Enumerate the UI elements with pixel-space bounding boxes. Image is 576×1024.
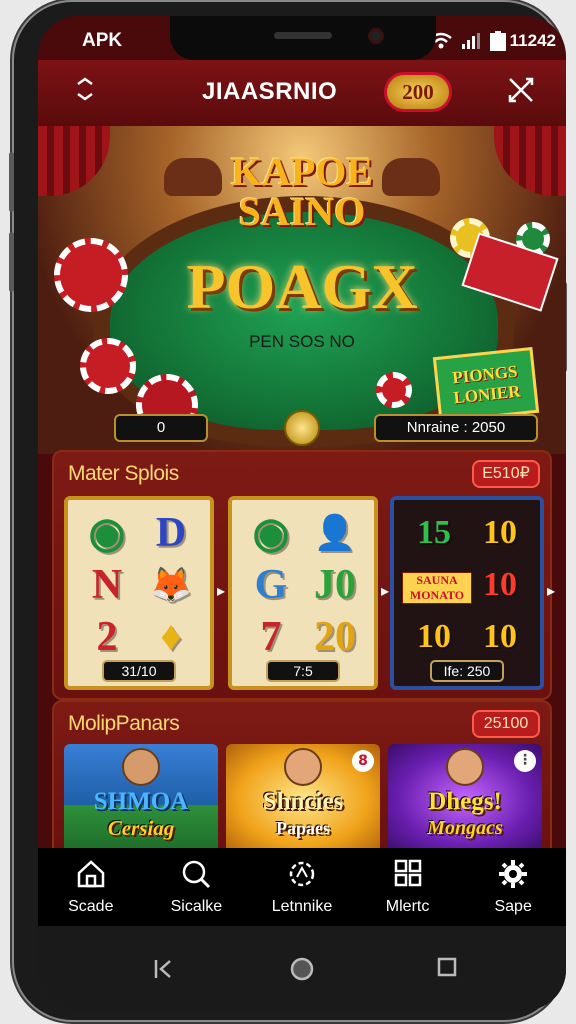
nav-label: Sape [494,898,532,915]
slot-symbol: 7 [260,614,282,660]
game-title-line1: Shncies [262,788,344,815]
nav-item-lottery[interactable]: Letnnike [249,848,355,926]
shuffle-icon[interactable] [504,76,538,110]
gear-sparkle-icon [249,858,355,894]
nav-label: Scade [68,898,114,915]
poker-chip-icon [80,338,136,394]
battery-icon [490,31,506,56]
slot-symbol: 10 [483,618,517,655]
system-nav-bar [38,926,566,1010]
chevron-right-icon[interactable]: ▸ [544,580,558,602]
hero-banner[interactable]: KAPOE SAINO POAGX PEN SOS NO PIONGS LONI… [38,126,566,454]
slot-symbol: ◉ [252,511,290,557]
app-screen: APK 11242 JIAASRNIO 200 KAPOE SAINO POAG… [38,16,566,1010]
game-title-line2: Cersiag [107,816,175,840]
game-card[interactable]: SHMOA Cersiag [64,744,218,854]
games-section-badge[interactable]: 25100 [472,710,540,738]
slot-symbol: 20 [314,614,356,660]
phone-frame: APK 11242 JIAASRNIO 200 KAPOE SAINO POAG… [9,2,567,1020]
poker-chip-icon [376,372,412,408]
center-chip-button[interactable] [284,410,320,446]
game-title-line2: Mongacs [427,817,503,839]
games-section-title: MolipPanars [68,712,180,735]
refresh-icon[interactable] [68,76,102,110]
slot-symbol: ◉ [88,511,126,557]
game-notification-badge: 8 [352,750,374,772]
status-icons [430,31,506,56]
slot-symbol: G [254,562,288,608]
reel-grid: ◉ 👤 G J0 7 20 [240,508,366,662]
nav-item-home[interactable]: Scade [38,848,144,926]
notch [170,16,436,60]
slot-footer: Ife: 250 [430,660,504,682]
nav-item-menu[interactable]: Mlertc [355,848,461,926]
slot-symbol: 👤 [313,515,357,552]
slot-symbol: J0 [314,562,356,608]
slots-section-title: Mater Splois [68,462,179,485]
slot-footer: 31/10 [102,660,176,682]
app-title: JIAASRNIO [202,78,338,105]
more-options-icon[interactable]: ⋮ [514,750,536,772]
nav-label: Sicalke [170,898,223,915]
reel-grid: ◉ D N 🦊 2 ♦ [76,508,202,662]
game-title-line2: Papaes [276,818,330,838]
slot-symbol: 10 [417,618,451,655]
signal-icon [462,33,480,54]
game-title-line1: Dhegs! [428,788,502,815]
nav-item-settings[interactable]: Sape [460,848,566,926]
settings-icon [460,858,566,894]
status-carrier: APK [82,30,123,51]
back-icon[interactable] [150,956,176,982]
slot-symbol: 🦊 [149,567,193,604]
slot-banner: SAUNA MONATO [402,572,472,604]
slot-symbol: 10 [483,514,517,551]
slot-symbol: 2 [96,614,118,660]
game-card[interactable]: ⋮ Dhegs! Mongacs [388,744,542,854]
character-avatar [446,748,484,786]
coin-balance-badge[interactable]: 200 [384,72,452,112]
hero-title-line2: SAINO [238,189,366,234]
volume-down-button [9,232,14,292]
poker-chip-icon [54,238,128,312]
bottom-nav: Scade Sicalke Letnnike Mlertc Sape [38,848,566,926]
game-title-line1: SHMOA [93,788,189,815]
slot-symbol: D [155,510,187,556]
hero-title-line1: KAPOE [230,149,374,194]
home-button-icon[interactable] [289,956,315,982]
slots-section-badge[interactable]: E510₽ [472,460,540,488]
nav-label: Letnnike [271,898,333,915]
character-avatar [284,748,322,786]
grid-icon [355,858,461,894]
volume-up-button [9,152,14,212]
status-time: 11242 [509,31,556,50]
playing-cards-icon: PIONGS LONIER [432,346,540,424]
recents-icon[interactable] [434,956,460,982]
slot-symbol: N [91,562,123,608]
slot-machine-card[interactable]: ◉ 👤 G J0 7 20 7:5 [228,496,378,690]
slots-section: Mater Splois E510₽ ◉ D N 🦊 2 ♦ 31/10 ▸ ◉… [52,450,555,700]
home-icon [38,858,144,894]
search-icon [144,858,250,894]
nav-item-search[interactable]: Sicalke [144,848,250,926]
app-header: JIAASRNIO 200 [38,60,566,126]
slot-symbol: 10 [483,566,517,603]
earpiece [274,32,332,39]
slot-footer: 7:5 [266,660,340,682]
slot-machine-card[interactable]: ◉ D N 🦊 2 ♦ 31/10 [64,496,214,690]
games-section: MolipPanars 25100 SHMOA Cersiag 8 Shncie… [52,700,552,854]
nav-label: Mlertc [385,898,430,915]
slot-symbol: ♦ [160,614,182,660]
hero-left-counter: 0 [114,414,208,442]
character-avatar [122,748,160,786]
hero-right-counter: Nnraine : 2050 [374,414,538,442]
chevron-right-icon[interactable]: ▸ [214,580,228,602]
slot-machine-card[interactable]: 15 10 17 10 10 10 SAUNA MONATO Ife: 250 [390,496,544,690]
game-card[interactable]: 8 Shncies Papaes [226,744,380,854]
camera-icon [368,28,384,44]
slot-symbol: 15 [417,514,451,551]
